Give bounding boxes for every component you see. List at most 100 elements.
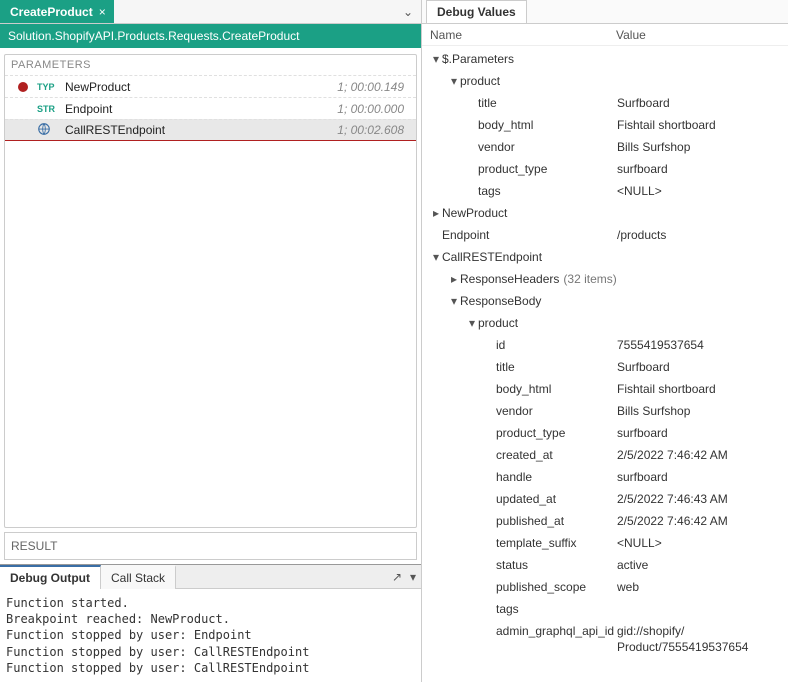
tree-node-label: CallRESTEndpoint [442, 246, 542, 268]
tab-debug-output[interactable]: Debug Output [0, 565, 101, 589]
tree-row[interactable]: created_at 2/5/2022 7:46:42 AM [422, 444, 788, 466]
chevron-down-icon[interactable] [430, 246, 442, 268]
tree-node-label: Endpoint [442, 224, 489, 246]
tab-createproduct[interactable]: CreateProduct × [0, 0, 114, 23]
parameter-list: TYPNewProduct1; 00:00.149STREndpoint1; 0… [5, 75, 416, 141]
tree-node-label: $.Parameters [442, 48, 514, 70]
parameter-row[interactable]: STREndpoint1; 00:00.000 [5, 97, 416, 119]
chevron-right-icon[interactable] [430, 202, 442, 224]
pin-icon[interactable]: ▾ [405, 570, 421, 584]
tree-node-value: Surfboard [617, 356, 784, 375]
tab-menu-icon[interactable]: ⌄ [395, 5, 421, 19]
popout-icon[interactable]: ↗ [389, 570, 405, 584]
breakpoint-icon[interactable] [18, 82, 28, 92]
tree-node-value: surfboard [617, 422, 784, 441]
tree-row[interactable]: title Surfboard [422, 92, 788, 114]
tree-node-label: title [496, 356, 515, 378]
breakpoint-gutter[interactable] [9, 82, 37, 92]
tree-row[interactable]: tags [422, 598, 788, 620]
parameter-timing: 1; 00:00.000 [337, 102, 412, 116]
tree-row[interactable]: $.Parameters [422, 48, 788, 70]
tree-node-value [617, 598, 784, 601]
tree-node-label: ResponseBody [460, 290, 541, 312]
tree-row[interactable]: id 7555419537654 [422, 334, 788, 356]
tree-node-label: vendor [496, 400, 533, 422]
parameter-row[interactable]: TYPNewProduct1; 00:00.149 [5, 75, 416, 97]
tree-node-value: active [617, 554, 784, 573]
bottom-pane: Debug Output Call Stack ↗ ▾ Function sta… [0, 564, 421, 682]
tree-row[interactable]: product_type surfboard [422, 158, 788, 180]
parameter-row[interactable]: CallRESTEndpoint1; 00:02.608 [5, 119, 416, 141]
tree-row[interactable]: product [422, 70, 788, 92]
close-icon[interactable]: × [99, 5, 106, 19]
debug-console[interactable]: Function started. Breakpoint reached: Ne… [0, 589, 421, 682]
tree-node-value: Fishtail shortboard [617, 114, 784, 133]
tree-node-value: Surfboard [617, 92, 784, 111]
rest-endpoint-icon [37, 122, 65, 139]
item-count: (32 items) [559, 268, 616, 290]
tree-node-label: template_suffix [496, 532, 577, 554]
tree-node-value: 2/5/2022 7:46:42 AM [617, 444, 784, 463]
chevron-right-icon[interactable] [448, 268, 460, 290]
tree-node-value: Bills Surfshop [617, 136, 784, 155]
section-header-parameters: PARAMETERS [5, 55, 416, 75]
chevron-down-icon[interactable] [448, 290, 460, 312]
chevron-down-icon[interactable] [466, 312, 478, 334]
tree-node-label: admin_graphql_api_id [496, 620, 614, 642]
tree-node-label: body_html [478, 114, 533, 136]
tree-node-label: product_type [478, 158, 547, 180]
column-header-value[interactable]: Value [616, 28, 788, 42]
tree-row[interactable]: template_suffix <NULL> [422, 532, 788, 554]
tree-node-label: ResponseHeaders [460, 268, 559, 290]
tree-row[interactable]: CallRESTEndpoint [422, 246, 788, 268]
tree-node-value: <NULL> [617, 532, 784, 551]
tree-node-value: surfboard [617, 158, 784, 177]
tree-row[interactable]: handlesurfboard [422, 466, 788, 488]
tree-node-label: id [496, 334, 505, 356]
column-header-name[interactable]: Name [422, 28, 616, 42]
tree-row[interactable]: product_type surfboard [422, 422, 788, 444]
tree-node-label: created_at [496, 444, 553, 466]
debug-values-tree[interactable]: $.ParametersproducttitleSurfboardbody_ht… [422, 46, 788, 682]
tree-row[interactable]: vendor Bills Surfshop [422, 136, 788, 158]
tree-node-label: body_html [496, 378, 551, 400]
chevron-down-icon[interactable] [430, 48, 442, 70]
tree-node-label: product_type [496, 422, 565, 444]
tree-row[interactable]: vendorBills Surfshop [422, 400, 788, 422]
tree-node-value: surfboard [617, 466, 784, 485]
parameter-timing: 1; 00:00.149 [337, 80, 412, 94]
tree-node-label: tags [496, 598, 519, 620]
tree-node-value [617, 246, 784, 249]
tree-row[interactable]: Endpoint/products [422, 224, 788, 246]
chevron-down-icon[interactable] [448, 70, 460, 92]
tree-row[interactable]: published_at2/5/2022 7:46:42 AM [422, 510, 788, 532]
tree-node-value: /products [617, 224, 784, 243]
tree-row[interactable]: title Surfboard [422, 356, 788, 378]
tree-row[interactable]: ResponseHeaders(32 items) [422, 268, 788, 290]
tree-node-value: 7555419537654 [617, 334, 784, 353]
tree-row[interactable]: NewProduct [422, 202, 788, 224]
parameter-name: Endpoint [65, 102, 337, 116]
tree-row[interactable]: body_html Fishtail shortboard [422, 114, 788, 136]
tree-row[interactable]: product [422, 312, 788, 334]
editor-pane: CreateProduct × ⌄ Solution.ShopifyAPI.Pr… [0, 0, 422, 682]
tree-node-value [617, 70, 784, 73]
tab-title: CreateProduct [10, 5, 93, 19]
tree-row[interactable]: published_scopeweb [422, 576, 788, 598]
tree-node-label: title [478, 92, 497, 114]
tree-row[interactable]: updated_at2/5/2022 7:46:43 AM [422, 488, 788, 510]
tree-node-label: vendor [478, 136, 515, 158]
tree-node-value: <NULL> [617, 180, 784, 199]
tree-row[interactable]: tags<NULL> [422, 180, 788, 202]
result-section: RESULT [4, 532, 417, 560]
tree-row[interactable]: ResponseBody [422, 290, 788, 312]
parameter-timing: 1; 00:02.608 [337, 123, 412, 137]
tree-row[interactable]: admin_graphql_api_idgid://shopify/ Produ… [422, 620, 788, 655]
tree-row[interactable]: statusactive [422, 554, 788, 576]
tree-node-label: NewProduct [442, 202, 507, 224]
tab-debug-values[interactable]: Debug Values [426, 0, 527, 23]
tree-row[interactable]: body_html Fishtail shortboard [422, 378, 788, 400]
parameter-name: CallRESTEndpoint [65, 123, 337, 137]
tree-node-value: Fishtail shortboard [617, 378, 784, 397]
tab-call-stack[interactable]: Call Stack [101, 565, 176, 589]
